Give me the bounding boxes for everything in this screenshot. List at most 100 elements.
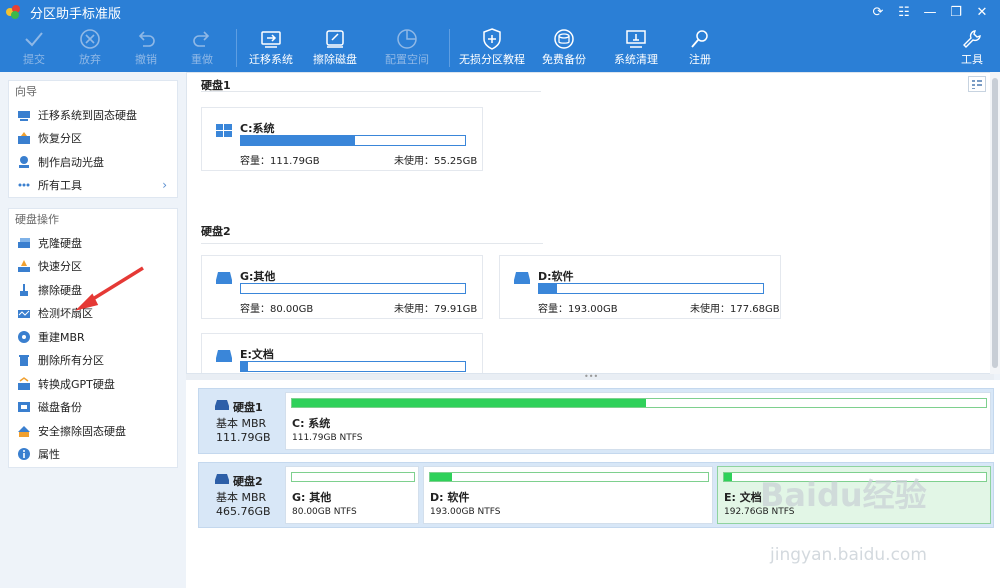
clean-icon [624, 24, 648, 54]
shield-plus-icon [481, 24, 503, 54]
wipe-disk-icon [323, 24, 347, 54]
allocate-space-button[interactable]: 配置空间 [371, 24, 443, 72]
sidebar-item-secure-erase[interactable]: 安全擦除固态硬盘 [9, 419, 177, 443]
trash-icon [17, 353, 31, 367]
usage-bar [240, 135, 466, 146]
close-button[interactable]: ✕ [970, 0, 994, 24]
tutorial-button[interactable]: 无损分区教程 [456, 24, 528, 72]
view-toggle-icon[interactable] [968, 76, 986, 92]
brush-icon [17, 283, 31, 297]
title-bar: 分区助手标准版 ⟳ ☷ — ❐ ✕ [0, 0, 1000, 24]
toolbar-separator [449, 29, 450, 67]
sidebar-item-wipe-disk[interactable]: 擦除硬盘 [9, 278, 177, 302]
partition-card-c[interactable]: C:系统 容量：111.79GB 未使用：55.25GB [201, 107, 483, 171]
sidebar-item-boot-disc[interactable]: 制作启动光盘 [9, 150, 177, 174]
wrench-icon [961, 24, 983, 54]
sidebar: 向导 迁移系统到固态硬盘 恢复分区 制作启动光盘 所有工具 › 硬盘操作 克隆硬… [0, 72, 186, 588]
divider [201, 243, 543, 244]
redo-button[interactable]: 重做 [174, 24, 230, 72]
secure-erase-icon [17, 424, 31, 438]
usage-bar-fill [724, 473, 732, 481]
bootdisc-icon [17, 155, 31, 169]
restore-button[interactable]: ❐ [944, 0, 968, 24]
sidebar-item-quick-partition[interactable]: 快速分区 [9, 255, 177, 279]
disk-info: 硬盘1 基本 MBR 111.79GB [215, 400, 271, 444]
free-backup-button[interactable]: 免费备份 [528, 24, 600, 72]
clone-icon [17, 236, 31, 250]
disk2-heading: 硬盘2 [201, 225, 231, 238]
partition-card-view: 硬盘1 C:系统 容量：111.79GB 未使用：55.25GB 硬盘2 G:其… [186, 72, 994, 374]
migrate-system-button[interactable]: 迁移系统 [243, 24, 299, 72]
disk-row-1[interactable]: 硬盘1 基本 MBR 111.79GB C: 系统 111.79GB NTFS [198, 388, 994, 454]
drive-icon [216, 272, 232, 287]
watermark-url: jingyan.baidu.com [770, 545, 927, 565]
disk-icon [215, 474, 229, 484]
disk-ops-panel: 硬盘操作 克隆硬盘 快速分区 擦除硬盘 检测坏扇区 重建MBR 删除所有分区 转… [8, 208, 178, 468]
disk-ops-title: 硬盘操作 [15, 213, 59, 226]
commit-button[interactable]: 提交 [6, 24, 62, 72]
disk-info: 硬盘2 基本 MBR 465.76GB [215, 474, 271, 518]
undo-icon [135, 24, 157, 54]
app-logo-icon [6, 4, 22, 20]
watermark: Baidu经验 [760, 476, 927, 514]
sidebar-item-all-tools[interactable]: 所有工具 › [9, 174, 177, 198]
migrate-ssd-icon [17, 108, 31, 122]
disk-icon [215, 400, 229, 410]
partition-card-d[interactable]: D:软件 容量：193.00GB 未使用：177.68GB [499, 255, 781, 319]
system-cleanup-button[interactable]: 系统清理 [600, 24, 672, 72]
partition-card-g[interactable]: G:其他 容量：80.00GB 未使用：79.91GB [201, 255, 483, 319]
undo-button[interactable]: 撤销 [118, 24, 174, 72]
bad-sector-icon [17, 306, 31, 320]
sidebar-item-properties[interactable]: 属性 [9, 443, 177, 467]
usage-bar [240, 361, 466, 372]
refresh-icon[interactable]: ⟳ [866, 0, 890, 24]
usage-bar-fill [241, 136, 356, 145]
wizard-panel: 向导 迁移系统到固态硬盘 恢复分区 制作启动光盘 所有工具 › [8, 80, 178, 198]
x-circle-icon [79, 24, 101, 54]
partition-block-c[interactable]: C: 系统 111.79GB NTFS [285, 392, 991, 450]
wipe-disk-button[interactable]: 擦除磁盘 [299, 24, 371, 72]
chevron-right-icon: › [162, 178, 167, 193]
check-icon [23, 24, 45, 54]
key-icon [689, 24, 711, 54]
more-icon [17, 178, 31, 192]
minimize-button[interactable]: — [918, 0, 942, 24]
register-button[interactable]: 注册 [672, 24, 728, 72]
pie-icon [396, 24, 418, 54]
wizard-title: 向导 [15, 85, 37, 98]
partition-usage-bar [291, 398, 987, 408]
discard-button[interactable]: 放弃 [62, 24, 118, 72]
toolbar-separator [236, 29, 237, 67]
partition-card-e[interactable]: E:文档 [201, 333, 483, 373]
usage-bar-fill [539, 284, 557, 293]
sidebar-item-bad-sector[interactable]: 检测坏扇区 [9, 302, 177, 326]
divider [201, 91, 541, 92]
sidebar-item-disk-backup[interactable]: 磁盘备份 [9, 396, 177, 420]
tools-button[interactable]: 工具 [944, 24, 1000, 72]
disk-backup-icon [17, 400, 31, 414]
toolbar: 提交 放弃 撤销 重做 迁移系统 擦除磁盘 配置空间 无损分区教程 免费备份 系… [0, 24, 1000, 72]
app-title: 分区助手标准版 [30, 6, 122, 22]
windows-icon [216, 124, 232, 141]
partition-usage-bar [429, 472, 709, 482]
info-icon [17, 447, 31, 461]
sidebar-item-delete-all[interactable]: 删除所有分区 [9, 349, 177, 373]
partition-block-d[interactable]: D: 软件 193.00GB NTFS [423, 466, 713, 524]
rebuild-mbr-icon [17, 330, 31, 344]
usage-bar-fill [241, 362, 248, 371]
scrollbar-thumb[interactable] [992, 78, 998, 368]
settings-icon[interactable]: ☷ [892, 0, 916, 24]
drive-icon [216, 350, 232, 365]
vertical-scrollbar[interactable] [990, 72, 1000, 374]
usage-bar [240, 283, 466, 294]
sidebar-item-convert-gpt[interactable]: 转换成GPT硬盘 [9, 372, 177, 396]
sidebar-item-migrate-ssd[interactable]: 迁移系统到固态硬盘 [9, 103, 177, 127]
sidebar-item-rebuild-mbr[interactable]: 重建MBR [9, 325, 177, 349]
usage-bar-fill [430, 473, 453, 481]
partition-block-g[interactable]: G: 其他 80.00GB NTFS [285, 466, 419, 524]
partition-usage-bar [291, 472, 415, 482]
quick-partition-icon [17, 259, 31, 273]
sidebar-item-recover-partition[interactable]: 恢复分区 [9, 127, 177, 151]
drive-icon [514, 272, 530, 287]
sidebar-item-clone-disk[interactable]: 克隆硬盘 [9, 231, 177, 255]
